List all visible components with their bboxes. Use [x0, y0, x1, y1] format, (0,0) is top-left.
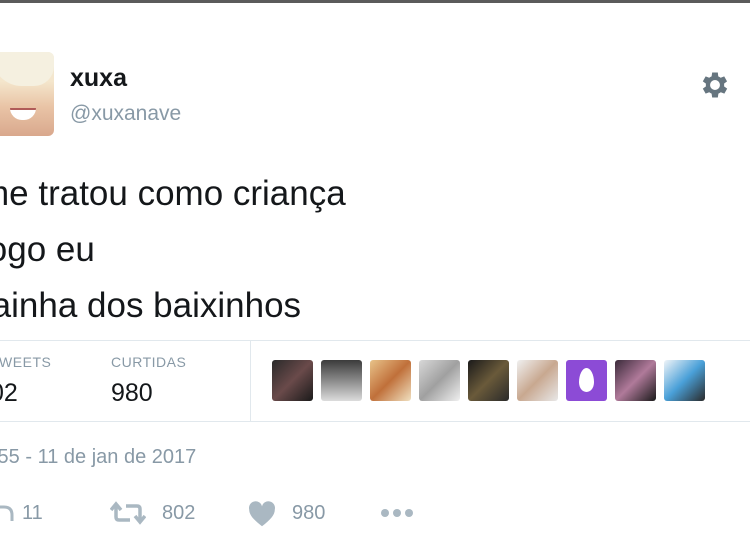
liker-avatar-egg[interactable]	[566, 360, 607, 401]
like-count: 980	[292, 502, 326, 524]
tweet-line: logo eu	[0, 230, 95, 269]
retweets-label: TWEETS	[0, 354, 52, 370]
liker-avatar[interactable]	[517, 360, 558, 401]
profile-avatar[interactable]	[0, 52, 54, 136]
tweet-actions: 11 802 980	[0, 498, 750, 530]
liker-avatar[interactable]	[321, 360, 362, 401]
profile-name[interactable]: xuxa	[70, 64, 127, 93]
tweet-timestamp[interactable]: :55 - 11 de jan de 2017	[0, 446, 196, 469]
retweet-icon[interactable]	[110, 501, 146, 525]
liker-avatar[interactable]	[370, 360, 411, 401]
retweet-count: 802	[162, 502, 196, 524]
likes-count[interactable]: 980	[111, 379, 153, 408]
stats-divider	[250, 341, 251, 421]
top-border	[0, 0, 750, 3]
liker-avatars	[272, 360, 705, 401]
tweet-line: rainha dos baixinhos	[0, 286, 302, 325]
egg-icon	[579, 368, 594, 392]
tweet-text: me tratou como criança logo eu rainha dos …	[0, 166, 346, 334]
retweets-count[interactable]: 02	[0, 379, 18, 408]
liker-avatar[interactable]	[615, 360, 656, 401]
likes-label: CURTIDAS	[111, 354, 187, 370]
liker-avatar[interactable]	[419, 360, 460, 401]
avatar-hair	[0, 52, 54, 86]
tweet-line: me tratou como criança	[0, 174, 346, 213]
gear-icon[interactable]	[698, 68, 732, 102]
liker-avatar[interactable]	[468, 360, 509, 401]
liker-avatar[interactable]	[664, 360, 705, 401]
heart-icon[interactable]	[248, 501, 276, 527]
avatar-smile	[10, 108, 36, 120]
more-dots-icon[interactable]	[380, 508, 414, 518]
reply-count: 11	[22, 502, 43, 524]
liker-avatar[interactable]	[272, 360, 313, 401]
profile-handle[interactable]: @xuxanave	[70, 102, 181, 126]
reply-icon[interactable]	[0, 501, 14, 525]
